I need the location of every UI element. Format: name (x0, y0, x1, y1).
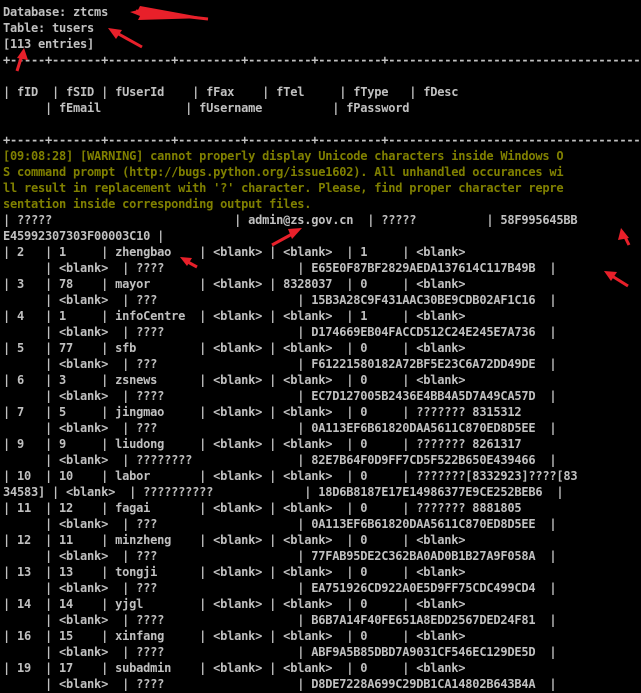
console-line: +-----+-------+---------+---------+-----… (3, 53, 641, 67)
console-line: | 7 | 5 | jingmao | <blank> | <blank> | … (3, 405, 522, 419)
console-line: | 14 | 14 | yjgl | <blank> | <blank> | 0… (3, 597, 466, 611)
console-line: | <blank> | ??? | 0A113EF6B61820DAA5611C… (3, 517, 557, 531)
console-line: | 5 | 77 | sfb | <blank> | <blank> | 0 |… (3, 341, 466, 355)
console-line: | 3 | 78 | mayor | <blank> | 8328037 | 0… (3, 277, 466, 291)
console-line: | 19 | 17 | subadmin | <blank> | <blank>… (3, 661, 466, 675)
console-line: | 11 | 12 | fagai | <blank> | <blank> | … (3, 501, 522, 515)
command-prompt-console[interactable]: Database: ztcms Table: tusers [113 entries… (0, 0, 641, 693)
console-warning-line: S command prompt (http://bugs.python.org… (3, 165, 564, 179)
console-line: | 12 | 11 | minzheng | <blank> | <blank>… (3, 533, 466, 547)
console-line: | <blank> | ???????? | 82E7B64F0D9FF7CD5… (3, 453, 557, 467)
console-line: Database: ztcms (3, 5, 109, 19)
console-warning-line: [09:08:28] [WARNING] cannot properly dis… (3, 149, 564, 163)
console-line: | 9 | 9 | liudong | <blank> | <blank> | … (3, 437, 522, 451)
console-line: 34583] | <blank> | ?????????? | 18D6B818… (3, 485, 564, 499)
console-warning-line: ll result in replacement with '?' charac… (3, 181, 564, 195)
console-line: | <blank> | ??? | EA751926CD922A0E5D9FF7… (3, 581, 557, 595)
console-line: | fID | fSID | fUserId | fFax | fTel | f… (3, 85, 459, 99)
console-line: | 4 | 1 | infoCentre | <blank> | <blank>… (3, 309, 466, 323)
console-line: Table: tusers (3, 21, 95, 35)
console-line: +-----+-------+---------+---------+-----… (3, 133, 641, 147)
console-line: | 6 | 3 | zsnews | <blank> | <blank> | 0… (3, 373, 466, 387)
console-line: | ????? | admin@zs.gov.cn | ????? | 58F9… (3, 213, 578, 227)
console-line: | fEmail | fUsername | fPassword (3, 101, 410, 115)
console-line: | <blank> | ???? | E65E0F87BF2829AEDA137… (3, 261, 557, 275)
console-line: | 10 | 10 | labor | <blank> | <blank> | … (3, 469, 578, 483)
console-line: | <blank> | ???? | ABF9A5B85DBD7A9031CF5… (3, 645, 557, 659)
console-warning-line: sentation inside corresponding output fi… (3, 197, 312, 211)
console-line: | 2 | 1 | zhengbao | <blank> | <blank> |… (3, 245, 466, 259)
console-line: | <blank> | ???? | B6B7A14F40FE651A8EDD2… (3, 613, 557, 627)
console-line: | 13 | 13 | tongji | <blank> | <blank> |… (3, 565, 466, 579)
console-line: E45992307303F00003C10 | (3, 229, 165, 243)
console-line: | <blank> | ???? | D174669EB04FACCD512C2… (3, 325, 557, 339)
console-line: | <blank> | ??? | 15B3A28C9F431AAC30BE9C… (3, 293, 557, 307)
console-line: | <blank> | ??? | 77FAB95DE2C362BA0AD0B1… (3, 549, 557, 563)
console-line: | <blank> | ???? | D8DE7228A699C29DB1CA1… (3, 677, 557, 691)
console-line: | <blank> | ??? | F61221580182A72BF5E23C… (3, 357, 557, 371)
console-line: | <blank> | ??? | 0A113EF6B61820DAA5611C… (3, 421, 557, 435)
console-line: [113 entries] (3, 37, 95, 51)
console-line: | <blank> | ???? | EC7D127005B2436E4BB4A… (3, 389, 557, 403)
console-line: | 16 | 15 | xinfang | <blank> | <blank> … (3, 629, 466, 643)
